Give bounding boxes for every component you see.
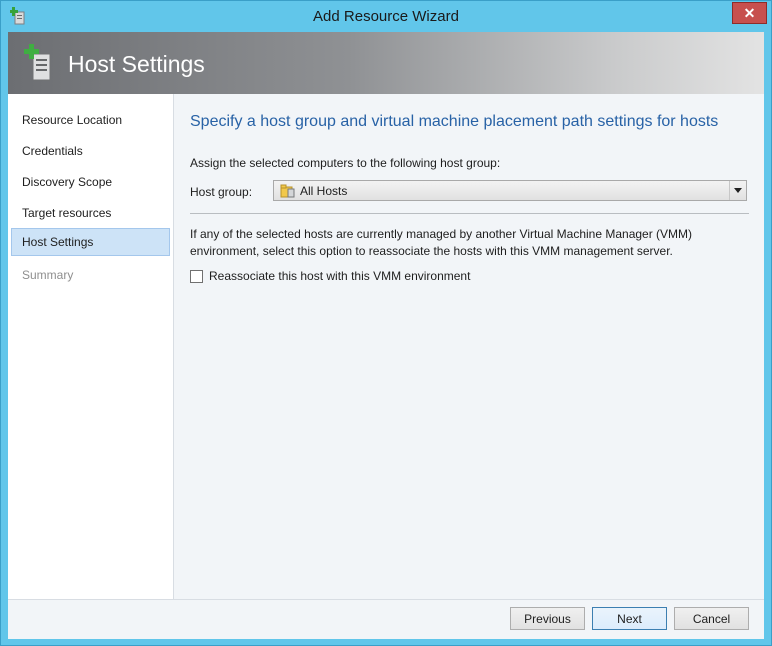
close-button[interactable]: ✕ — [732, 2, 767, 24]
previous-button[interactable]: Previous — [510, 607, 585, 630]
page-title: Host Settings — [68, 51, 205, 77]
reassociate-checkbox-label[interactable]: Reassociate this host with this VMM envi… — [209, 269, 470, 283]
nav-step-host-settings[interactable]: Host Settings — [11, 228, 170, 256]
cancel-button[interactable]: Cancel — [674, 607, 749, 630]
wizard-client-area: Host Settings Resource Location Credenti… — [8, 32, 764, 639]
section-heading: Specify a host group and virtual machine… — [190, 113, 719, 130]
host-group-label: Host group: — [190, 185, 253, 199]
nav-step-credentials[interactable]: Credentials — [11, 137, 170, 165]
chevron-down-icon[interactable] — [729, 181, 746, 200]
close-icon: ✕ — [743, 5, 756, 21]
nav-step-target-resources[interactable]: Target resources — [11, 199, 170, 227]
assign-label: Assign the selected computers to the fol… — [190, 156, 501, 170]
wizard-header: Host Settings — [8, 32, 764, 94]
wizard-steps-nav: Resource Location Credentials Discovery … — [8, 94, 174, 599]
window-title: Add Resource Wizard — [313, 8, 459, 25]
host-group-folder-icon — [280, 184, 295, 198]
nav-step-summary: Summary — [22, 268, 74, 282]
nav-step-resource-location[interactable]: Resource Location — [11, 106, 170, 134]
reassociate-checkbox[interactable] — [190, 270, 203, 283]
wizard-content: Specify a host group and virtual machine… — [174, 94, 764, 599]
next-button[interactable]: Next — [592, 607, 667, 630]
title-bar[interactable]: Add Resource Wizard ✕ — [1, 1, 771, 32]
section-divider — [190, 213, 749, 214]
server-add-icon — [24, 44, 51, 81]
host-group-value: All Hosts — [300, 184, 348, 198]
host-group-dropdown[interactable]: All Hosts — [273, 180, 747, 201]
nav-step-discovery-scope[interactable]: Discovery Scope — [11, 168, 170, 196]
reassociate-description: If any of the selected hosts are current… — [190, 227, 693, 258]
wizard-window: Add Resource Wizard ✕ Host Settings Reso… — [0, 0, 772, 646]
wizard-footer: Previous Next Cancel — [8, 599, 764, 639]
